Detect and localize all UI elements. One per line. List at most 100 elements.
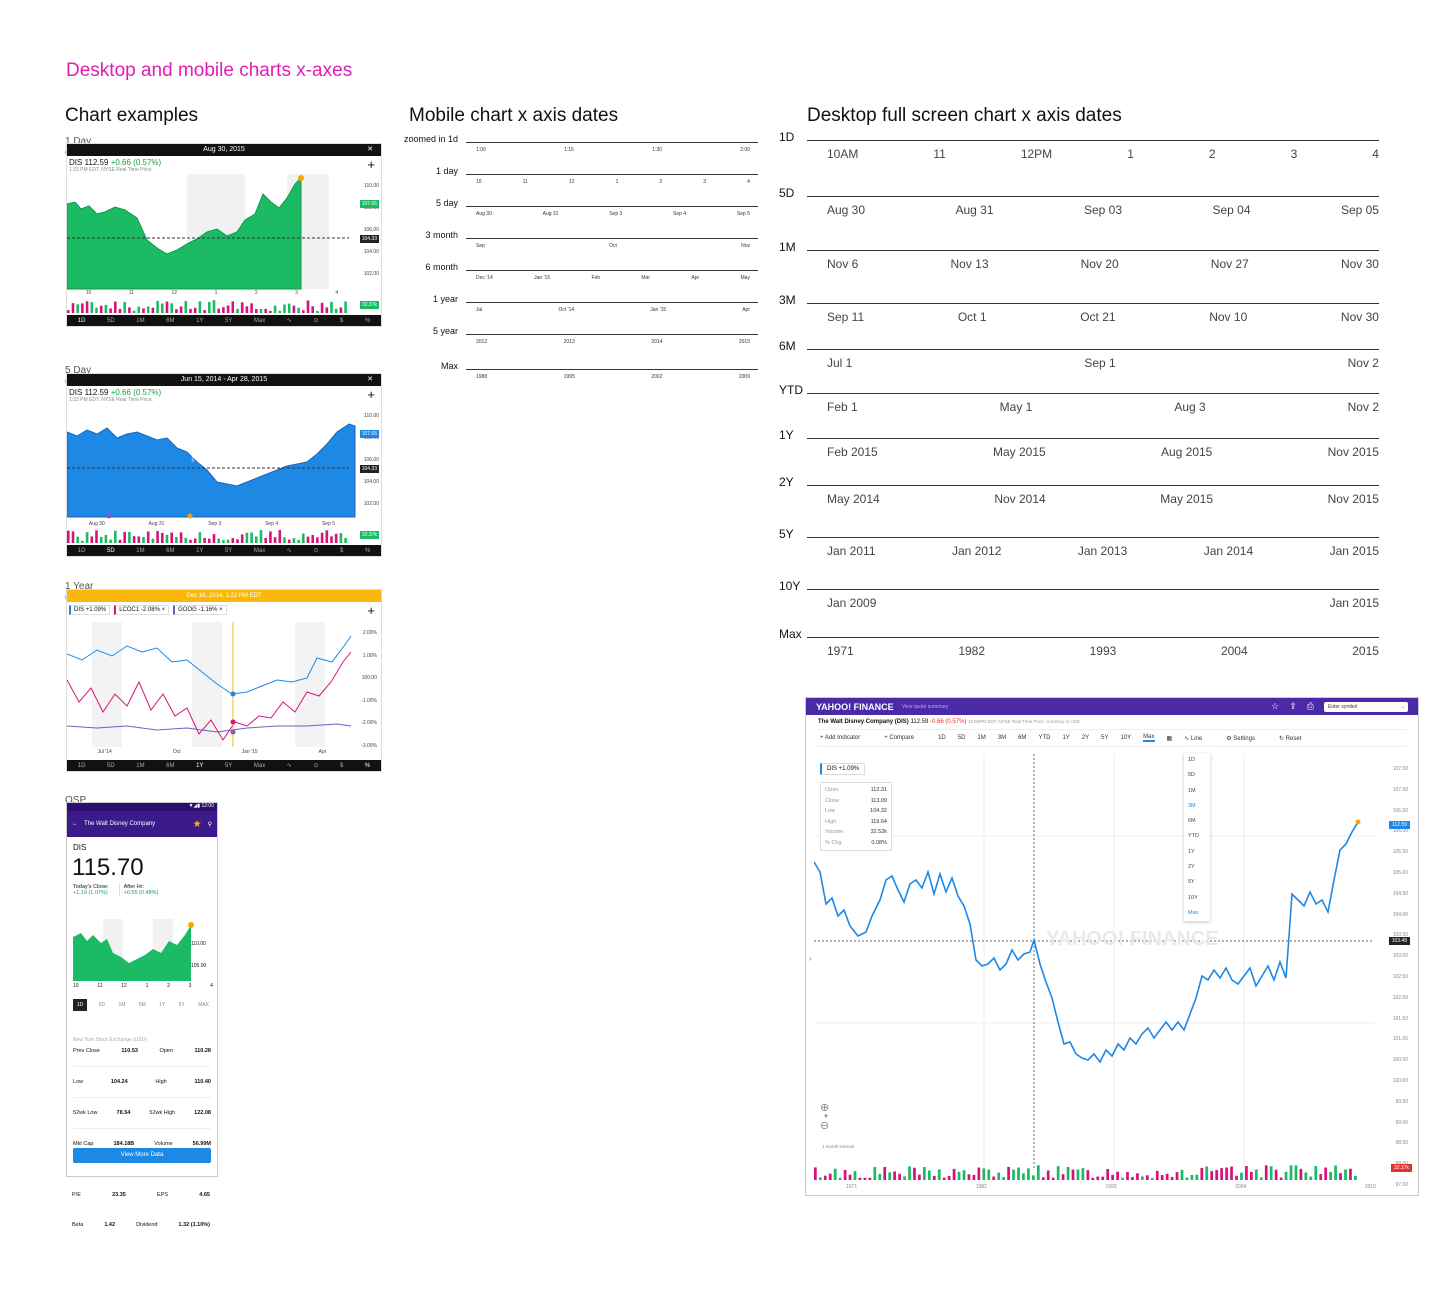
currency-toggle[interactable]: $ — [340, 763, 343, 769]
range-1m[interactable]: 1M — [136, 318, 144, 324]
settings-icon[interactable]: ⊙ — [313, 317, 318, 324]
print-icon[interactable]: ⎙ — [1307, 701, 1314, 712]
settings-icon[interactable]: ⊙ — [313, 762, 318, 769]
range-5d[interactable]: 5D — [107, 548, 115, 554]
dropdown-item-1y[interactable]: 1Y — [1184, 845, 1210, 860]
range-5y[interactable]: 5Y — [1101, 735, 1108, 741]
currency-toggle[interactable]: $ — [340, 548, 343, 554]
range-5d[interactable]: 5D — [97, 999, 107, 1011]
zoom-in-icon[interactable]: ⊕ — [820, 1102, 829, 1114]
share-icon[interactable]: ⇪ — [1289, 701, 1297, 712]
range-max[interactable]: Max — [254, 763, 265, 769]
reset-button[interactable]: ↻ Reset — [1279, 735, 1313, 742]
dropdown-item-2y[interactable]: 2Y — [1184, 860, 1210, 875]
range-1m[interactable]: 1M — [977, 735, 985, 741]
range-1y[interactable]: 1Y — [157, 999, 167, 1011]
compare-chip[interactable]: DIS +1.09% — [69, 605, 111, 615]
percent-toggle[interactable]: % — [365, 548, 370, 554]
range-1y[interactable]: 1Y — [196, 318, 203, 324]
close-icon[interactable]: × — [162, 607, 166, 613]
chart-type-icon[interactable]: ∿ — [287, 547, 292, 554]
volume-bar — [1150, 1177, 1154, 1180]
range-5y[interactable]: 5Y — [177, 999, 187, 1011]
range-6m[interactable]: 6M — [166, 763, 174, 769]
range-1d[interactable]: 1D — [78, 548, 86, 554]
line-button[interactable]: ∿ Line — [1184, 735, 1214, 742]
range-5y[interactable]: 5Y — [225, 763, 232, 769]
plus-icon[interactable]: + — [367, 387, 375, 402]
range-1d[interactable]: 1D — [78, 763, 86, 769]
star-icon[interactable]: ★ — [193, 819, 202, 830]
range-6m[interactable]: 6M — [1018, 735, 1026, 741]
range-max[interactable]: Max — [254, 318, 265, 324]
range-1y[interactable]: 1Y — [196, 763, 203, 769]
close-icon[interactable]: ✕ — [367, 374, 373, 386]
chart-type-icon[interactable]: ∿ — [287, 762, 292, 769]
chevron-left-icon[interactable]: › — [809, 954, 812, 963]
currency-toggle[interactable]: $ — [340, 318, 343, 324]
dropdown-item-10y[interactable]: 10Y — [1184, 891, 1210, 906]
range-1d[interactable]: 1D — [73, 999, 88, 1011]
range-max[interactable]: Max — [254, 548, 265, 554]
search-icon[interactable]: ⚲ — [208, 821, 212, 828]
range-1m[interactable]: 1M — [136, 548, 144, 554]
event-marker[interactable] — [106, 513, 112, 519]
range-6m[interactable]: 6M — [166, 548, 174, 554]
range-1m[interactable]: 1M — [136, 763, 144, 769]
range-5y[interactable]: 5Y — [225, 318, 232, 324]
range-5d[interactable]: 5D — [958, 735, 966, 741]
range-2y[interactable]: 2Y — [1082, 735, 1089, 741]
range-1d[interactable]: 1D — [78, 318, 86, 324]
range-6m[interactable]: 6M — [137, 999, 148, 1011]
close-icon[interactable]: ✕ — [367, 144, 373, 156]
range-1y[interactable]: 1Y — [196, 548, 203, 554]
compare-button[interactable]: + Compare — [884, 735, 926, 741]
dropdown-item-1m[interactable]: 1M — [1184, 784, 1210, 799]
percent-toggle[interactable]: % — [365, 318, 370, 324]
compare-chip[interactable]: DIS +1.09% — [820, 763, 866, 775]
plus-icon[interactable]: + — [367, 603, 375, 618]
range-max[interactable]: MAX — [196, 999, 211, 1011]
range-3m[interactable]: 3M — [998, 735, 1006, 741]
view-more-button[interactable]: View More Data — [73, 1148, 211, 1163]
settings-button[interactable]: ⚙ Settings — [1226, 735, 1267, 742]
chart-type-icon[interactable]: ∿ — [287, 317, 292, 324]
range-ytd[interactable]: YTD — [1038, 735, 1050, 741]
plus-icon[interactable]: + — [367, 157, 375, 172]
range-6m[interactable]: 6M — [166, 318, 174, 324]
view-quote-link[interactable]: View quote summary — [902, 704, 1271, 710]
dropdown-item-max[interactable]: Max — [1184, 906, 1210, 921]
dropdown-item-6m[interactable]: 6M — [1184, 814, 1210, 829]
percent-toggle[interactable]: % — [365, 763, 370, 769]
range-max[interactable]: Max — [1143, 734, 1155, 742]
zoom-out-icon[interactable]: ⊖ — [820, 1120, 829, 1132]
range-1d[interactable]: 1D — [938, 735, 946, 741]
dropdown-item-5y[interactable]: 5Y — [1184, 875, 1210, 890]
add-indicator-button[interactable]: + Add Indicator — [820, 735, 872, 741]
star-icon[interactable]: ☆ — [1271, 701, 1279, 712]
dropdown-item-3m[interactable]: 3M — [1184, 799, 1210, 814]
volume-bar — [255, 536, 258, 543]
symbol-search-input[interactable]: Enter symbol → — [1324, 701, 1408, 712]
compare-chip[interactable]: GOOG -1.16% × — [173, 605, 227, 615]
compare-chip[interactable]: LCOC1 -2.08% × — [114, 605, 170, 615]
settings-icon[interactable]: ⊙ — [313, 547, 318, 554]
range-5d[interactable]: 5D — [107, 318, 115, 324]
range-10y[interactable]: 10Y — [1120, 735, 1131, 741]
arrow-right-icon[interactable]: → — [1400, 702, 1408, 712]
volume-bar — [1121, 1177, 1124, 1180]
desktop-axis-tick: May 2014 — [827, 492, 880, 506]
back-arrow-icon[interactable]: ← — [72, 821, 78, 827]
dropdown-item-5d[interactable]: 5D — [1184, 768, 1210, 783]
range-1y[interactable]: 1Y — [1062, 735, 1069, 741]
dropdown-item-1d[interactable]: 1D — [1184, 753, 1210, 768]
close-icon[interactable]: × — [219, 607, 223, 613]
volume-bar — [334, 308, 338, 313]
brand-logo[interactable]: YAHOO! FINANCE — [816, 702, 894, 712]
calendar-icon[interactable]: ▦ — [1167, 735, 1173, 742]
range-1m[interactable]: 1M — [117, 999, 128, 1011]
range-5y[interactable]: 5Y — [225, 548, 232, 554]
event-marker[interactable] — [187, 513, 193, 519]
dropdown-item-ytd[interactable]: YTD — [1184, 829, 1210, 844]
range-5d[interactable]: 5D — [107, 763, 115, 769]
